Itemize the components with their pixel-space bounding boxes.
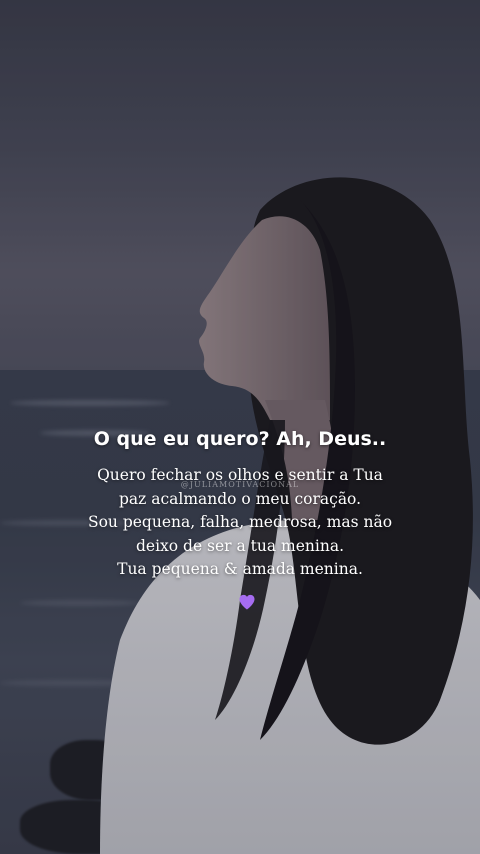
quote-line: Sou pequena, falha, medrosa, mas não [87, 513, 393, 531]
dim-overlay [0, 0, 480, 854]
quote-title: O que eu quero? Ah, Deus.. [93, 428, 387, 450]
quote-line: Tua pequena & amada menina. [117, 560, 363, 578]
quote-body: Quero fechar os olhos e sentir a Tua paz… [0, 464, 480, 582]
purple-heart-icon [239, 594, 255, 610]
quote-line: Quero fechar os olhos e sentir a Tua [97, 466, 383, 484]
quote-line: paz acalmando o meu coração. [118, 489, 362, 508]
quote-line: deixo de ser a tua menina. [135, 536, 345, 555]
